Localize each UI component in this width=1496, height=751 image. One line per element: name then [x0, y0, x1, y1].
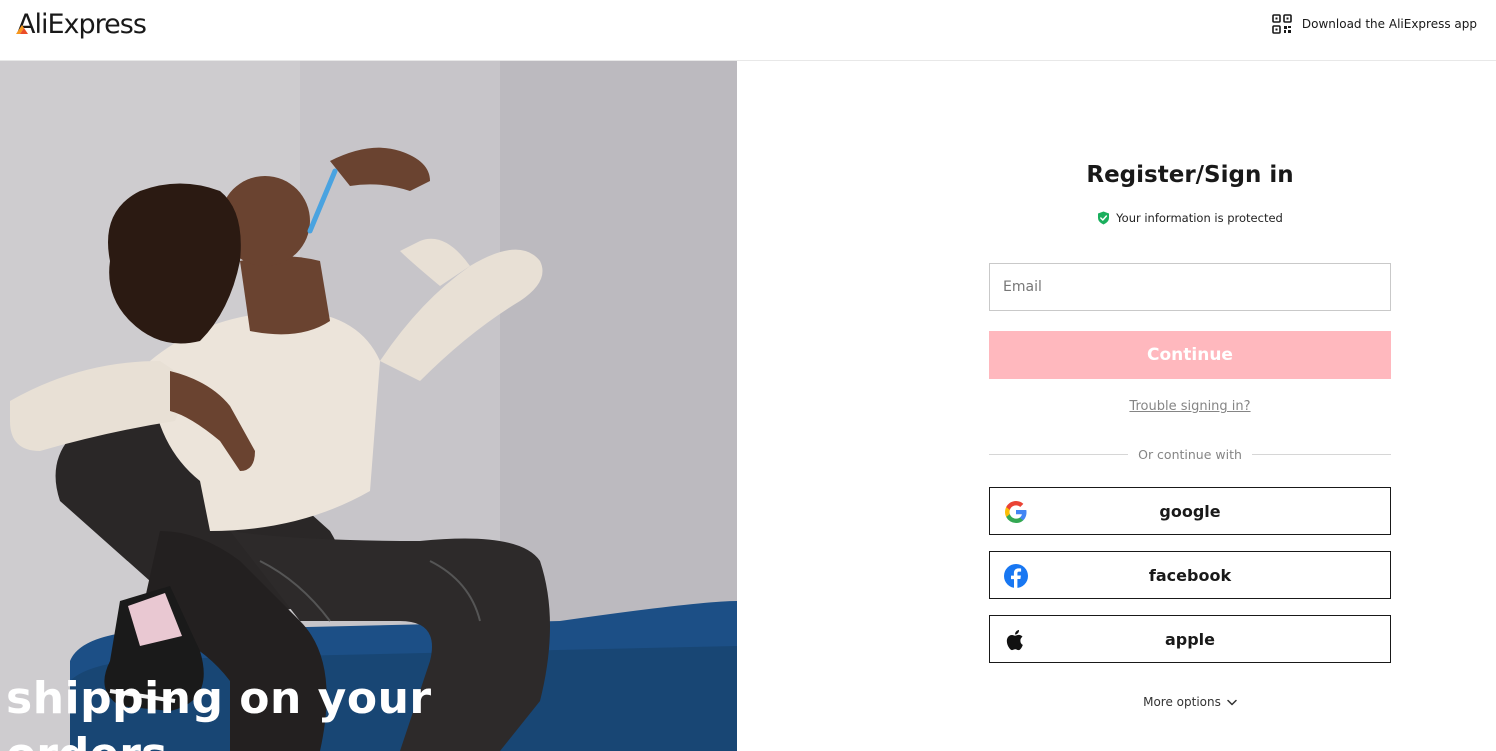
- google-signin-button[interactable]: google: [989, 487, 1391, 535]
- or-continue-divider: Or continue with: [989, 444, 1392, 464]
- facebook-signin-button[interactable]: facebook: [989, 551, 1391, 599]
- continue-button[interactable]: Continue: [989, 331, 1391, 379]
- aliexpress-logo[interactable]: AliExpress: [16, 8, 147, 44]
- download-app-link[interactable]: Download the AliExpress app: [1272, 14, 1477, 34]
- trouble-signing-in: Trouble signing in?: [989, 395, 1391, 414]
- divider-line-left: [989, 453, 1129, 455]
- page-title: Register/Sign in: [1086, 162, 1294, 188]
- logo-text: AliExpress: [17, 9, 147, 40]
- qr-code-icon: [1272, 14, 1292, 34]
- divider-line-right: [1251, 453, 1392, 455]
- facebook-icon: [1004, 564, 1028, 588]
- shield-check-icon: [1098, 211, 1110, 225]
- google-icon: [1005, 501, 1027, 523]
- download-app-label: Download the AliExpress app: [1301, 17, 1477, 31]
- facebook-label: facebook: [1148, 565, 1232, 585]
- more-options-label: More options: [1143, 695, 1221, 709]
- apple-icon: [1006, 630, 1023, 651]
- top-header: AliExpress Download the AliExpress app: [0, 0, 1496, 61]
- chevron-down-icon: [1227, 699, 1237, 705]
- divider-label: Or continue with: [1138, 446, 1242, 462]
- apple-label: apple: [1164, 629, 1216, 649]
- apple-signin-button[interactable]: apple: [989, 615, 1391, 663]
- logo-mark-icon: [16, 25, 28, 34]
- hero-banner: shipping on your orders: [0, 61, 737, 751]
- hero-promo-line1: shipping on your: [6, 673, 432, 724]
- hero-photo: [0, 61, 737, 751]
- protected-notice: Your information is protected: [989, 211, 1391, 225]
- google-label: google: [1159, 501, 1221, 521]
- hero-promo-line2: orders: [6, 729, 167, 751]
- email-field[interactable]: [989, 263, 1391, 311]
- protected-label: Your information is protected: [1116, 211, 1283, 225]
- trouble-signing-in-link[interactable]: Trouble signing in?: [1129, 399, 1250, 414]
- more-options-toggle[interactable]: More options: [989, 695, 1391, 709]
